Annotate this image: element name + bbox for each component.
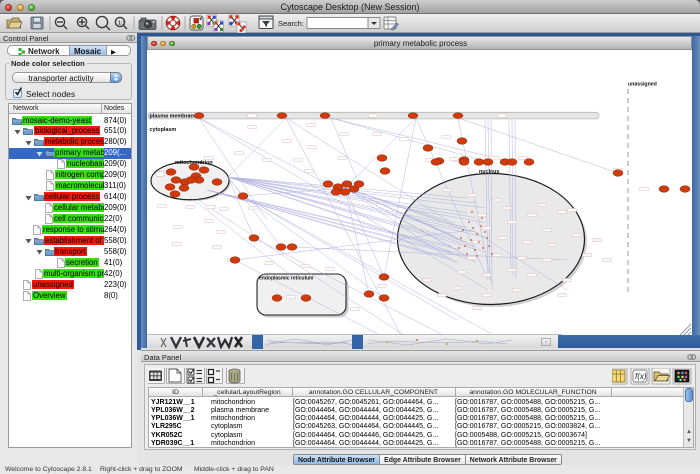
svg-text:plasma membrane: plasma membrane [150, 114, 197, 120]
svg-text:1:1: 1:1 [118, 21, 125, 27]
svg-text:unassigned: unassigned [628, 82, 657, 88]
svg-text:nucleus: nucleus [479, 169, 499, 175]
svg-text:Search:: Search: [278, 19, 304, 28]
svg-text:cytoplasm: cytoplasm [150, 127, 177, 133]
svg-text:f(x): f(x) [635, 372, 647, 381]
